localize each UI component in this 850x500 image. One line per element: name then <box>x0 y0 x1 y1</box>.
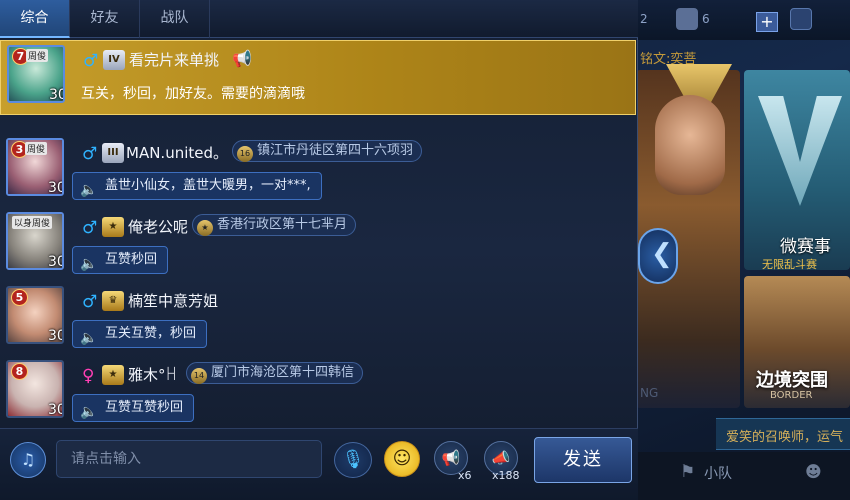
location-text: 香港行政区第十七芈月 <box>217 217 348 232</box>
avatar-level: 30 <box>48 328 62 344</box>
chevron-left-icon: ❮ <box>651 239 673 269</box>
tab-team[interactable]: 战队 <box>140 0 210 38</box>
rank-badge: 5 <box>11 289 28 306</box>
frontier-title: 边境突围 <box>756 370 828 391</box>
message-text: 互赞秒回 <box>105 252 158 267</box>
squad-label[interactable]: 小队 <box>704 463 732 483</box>
chat-message[interactable]: 8 30 ♀ ★ 雅木°ꀿ 14 厦门市海沧区第十四韩信 🔈 互赞互赞秒回 <box>0 356 636 431</box>
rank-tier-icon: ★ <box>102 217 124 237</box>
male-icon: ♂ <box>83 51 99 71</box>
speaker-icon: 🔈 <box>80 330 98 346</box>
location-text: 厦门市海沧区第十四韩信 <box>211 365 355 380</box>
chat-message-highlighted[interactable]: 7 周俊 30 ♂ IV 看完片来单挑 📢 互关，秒回，加好友。需要的滴滴哦 <box>0 40 636 115</box>
avatar[interactable]: 3 周俊 30 <box>6 138 64 196</box>
avatar[interactable]: 5 30 <box>6 286 64 344</box>
message-text: 互关互赞，秒回 <box>105 326 197 341</box>
frontier-subtitle: BORDER <box>770 390 813 401</box>
top-count-b: 6 <box>702 12 710 26</box>
microphone-button[interactable]: 🎙 <box>334 442 372 478</box>
squad-icon[interactable]: ⚑ <box>680 462 695 482</box>
location-rank-icon: ★ <box>197 220 213 236</box>
nickname[interactable]: 雅木°ꀿ <box>128 364 177 385</box>
message-text: 互关，秒回，加好友。需要的滴滴哦 <box>81 86 305 102</box>
emoji-button[interactable]: ☺ <box>384 441 420 477</box>
avatar[interactable]: 8 30 <box>6 360 64 418</box>
shop-icon[interactable] <box>790 8 812 30</box>
avatar-level: 30 <box>48 254 62 270</box>
message-bubble: 🔈 互赞秒回 <box>72 246 169 274</box>
megaphone-icon: 📢 <box>232 49 252 68</box>
top-currency-bar: 2 6 <box>636 0 850 40</box>
send-button[interactable]: 发送 <box>534 437 632 483</box>
chat-message[interactable]: 3 周俊 30 ♂ III MAN.united。 16 镇江市丹徒区第四十六项羽… <box>0 134 636 209</box>
tab-general[interactable]: 综合 <box>0 0 70 38</box>
chat-message[interactable]: 5 30 ♂ ♛ 楠笙中意芳姐 🔈 互关互赞，秒回 <box>0 282 636 357</box>
message-text: 盖世小仙女，盖世大暖男，一对***, <box>105 178 311 193</box>
summoner-notice: 爱笑的召唤师，运气 <box>716 418 850 450</box>
message-bubble: 🔈 盖世小仙女，盖世大暖男，一对***, <box>72 172 322 200</box>
add-currency-button[interactable]: + <box>756 12 778 32</box>
chat-tabs: 综合 好友 战队 <box>0 0 638 38</box>
nickname[interactable]: 看完片来单挑 <box>129 49 219 70</box>
top-count-a: 2 <box>640 12 648 26</box>
avatar[interactable]: 7 周俊 30 <box>7 45 65 103</box>
hidden-mode-en: NG <box>640 386 659 400</box>
tab-friends[interactable]: 好友 <box>70 0 140 38</box>
avatar-level: 30 <box>48 402 62 418</box>
chat-text-input[interactable] <box>56 440 322 478</box>
male-icon: ♂ <box>82 144 98 164</box>
location-tag[interactable]: 16 镇江市丹徒区第四十六项羽 <box>232 140 423 162</box>
tournament-subtitle: 无限乱斗赛 <box>762 258 817 271</box>
bear-icon[interactable]: ☻ <box>805 462 822 481</box>
chat-panel: 综合 好友 战队 7 周俊 30 ♂ IV 看完片来单挑 📢 互关，秒回，加好友… <box>0 0 638 500</box>
collapse-chat-button[interactable]: ❮ <box>638 228 678 284</box>
male-icon: ♂ <box>82 218 98 238</box>
female-icon: ♀ <box>82 366 95 386</box>
rank-tier-icon: III <box>102 143 124 163</box>
avatar-level: 30 <box>48 180 62 196</box>
tournament-title: 微赛事 <box>780 237 831 257</box>
card-icon <box>676 8 698 30</box>
game-screen: 2 6 + 铭文:奕菩 赛 NG 微赛事 无限乱斗赛 边境突围 BORDER ❮… <box>0 0 850 500</box>
avatar-level: 30 <box>49 87 63 103</box>
rank-tier-icon: ★ <box>102 365 124 385</box>
avatar-tag: 周俊 <box>25 142 48 155</box>
message-bubble: 🔈 互赞互赞秒回 <box>72 394 195 422</box>
summoner-notice-text: 爱笑的召唤师，运气 <box>726 430 844 445</box>
rank-badge: 8 <box>11 363 28 380</box>
small-horn-count: x6 <box>458 469 472 482</box>
nickname[interactable]: 楠笙中意芳姐 <box>128 290 218 311</box>
speaker-icon: 🔈 <box>80 404 98 420</box>
speaker-icon: 🔈 <box>80 256 98 272</box>
rank-tier-icon: ♛ <box>102 291 124 311</box>
location-tag[interactable]: 14 厦门市海沧区第十四韩信 <box>186 362 364 384</box>
rank-tier-icon: IV <box>103 50 125 70</box>
location-rank-icon: 14 <box>191 368 207 384</box>
location-rank-icon: 16 <box>237 146 253 162</box>
speaker-icon: 🔈 <box>80 182 98 198</box>
location-tag[interactable]: ★ 香港行政区第十七芈月 <box>192 214 357 236</box>
large-horn-count: x188 <box>492 469 520 482</box>
location-text: 镇江市丹徒区第四十六项羽 <box>257 143 414 158</box>
hero-portrait <box>655 95 725 195</box>
avatar[interactable]: 以身周俊 30 <box>6 212 64 270</box>
chat-message[interactable]: 以身周俊 30 ♂ ★ 俺老公呢 ★ 香港行政区第十七芈月 🔈 互赞秒回 <box>0 208 636 283</box>
nickname[interactable]: MAN.united。 <box>126 142 228 163</box>
avatar-tag: 周俊 <box>26 49 49 62</box>
nickname[interactable]: 俺老公呢 <box>128 216 188 237</box>
voice-chat-button[interactable]: ♫ <box>10 442 46 478</box>
avatar-tag: 以身周俊 <box>12 216 53 229</box>
message-text: 互赞互赞秒回 <box>105 400 184 415</box>
male-icon: ♂ <box>82 292 98 312</box>
message-bubble: 🔈 互关互赞，秒回 <box>72 320 208 348</box>
